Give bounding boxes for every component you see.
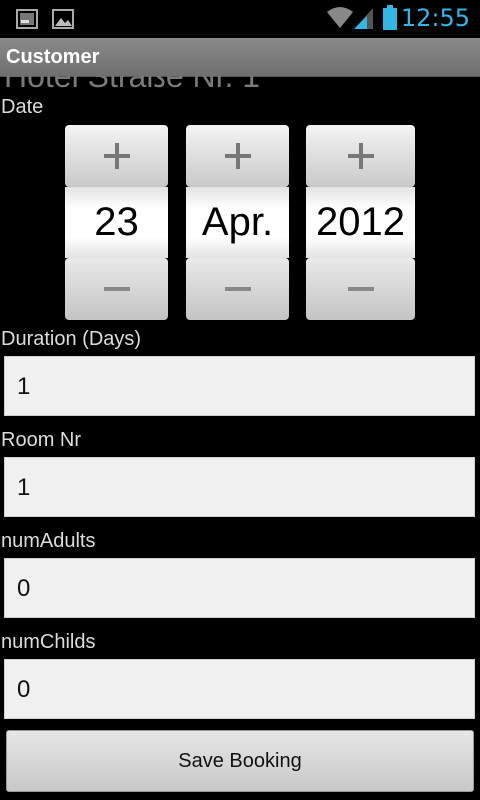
duration-label: Duration (Days) — [1, 328, 142, 350]
childs-field[interactable]: 0 — [4, 659, 475, 719]
adults-value: 0 — [17, 575, 31, 602]
plus-icon — [103, 143, 130, 169]
childs-label: numChilds — [1, 631, 96, 653]
month-increment-button[interactable] — [186, 125, 289, 187]
year-increment-button[interactable] — [306, 125, 415, 187]
save-booking-button[interactable]: Save Booking — [6, 730, 474, 792]
date-label: Date — [1, 96, 44, 118]
duration-field[interactable]: 1 — [4, 356, 475, 416]
day-value[interactable]: 23 — [65, 187, 168, 258]
title-bar: Customer — [0, 38, 480, 77]
duration-value: 1 — [17, 373, 31, 400]
gallery-notification-icon — [52, 9, 74, 29]
room-field[interactable]: 1 — [4, 457, 475, 517]
year-decrement-button[interactable] — [306, 258, 415, 320]
plus-icon — [224, 143, 251, 169]
status-bar: 12:55 — [0, 0, 480, 38]
signal-icon — [354, 8, 373, 29]
day-increment-button[interactable] — [65, 125, 168, 187]
adults-field[interactable]: 0 — [4, 558, 475, 618]
page-title: Customer — [6, 46, 100, 68]
room-value: 1 — [17, 474, 31, 501]
month-picker: Apr. — [186, 125, 289, 320]
year-picker: 2012 — [306, 125, 415, 320]
terminal-notification-icon — [16, 9, 38, 29]
year-value[interactable]: 2012 — [306, 187, 415, 258]
scrolled-address-text: Hotel Straße Nr. 1 — [0, 76, 480, 94]
minus-icon — [224, 287, 251, 291]
wifi-icon — [327, 7, 353, 28]
clock-time: 12:55 — [400, 4, 470, 32]
month-value[interactable]: Apr. — [186, 187, 289, 258]
plus-icon — [347, 143, 374, 169]
month-decrement-button[interactable] — [186, 258, 289, 320]
adults-label: numAdults — [1, 530, 96, 552]
childs-value: 0 — [17, 676, 31, 703]
address-text: Hotel Straße Nr. 1 — [4, 76, 261, 94]
minus-icon — [347, 287, 374, 291]
day-decrement-button[interactable] — [65, 258, 168, 320]
room-label: Room Nr — [1, 429, 82, 451]
minus-icon — [103, 287, 130, 291]
day-picker: 23 — [65, 125, 168, 320]
battery-icon — [383, 5, 397, 30]
